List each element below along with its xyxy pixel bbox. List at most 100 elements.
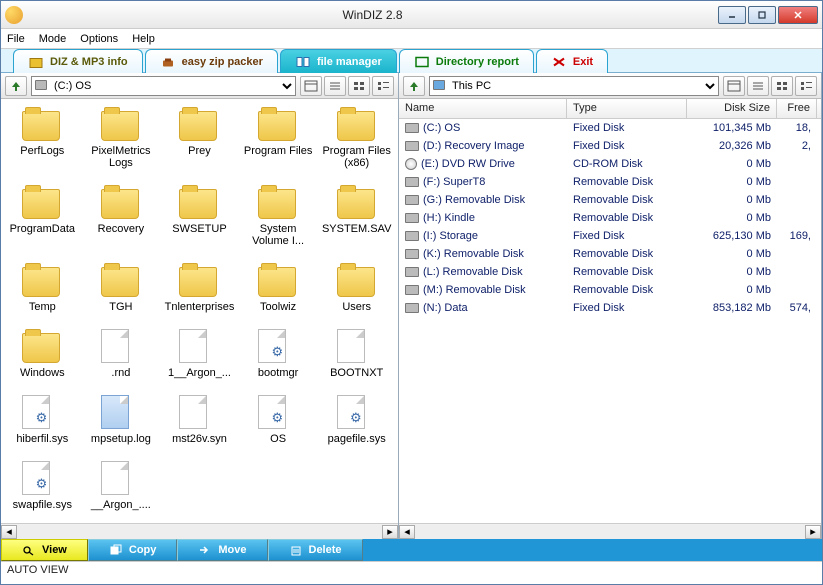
file-item[interactable]: .rnd bbox=[84, 329, 159, 379]
drive-type: Removable Disk bbox=[567, 284, 687, 296]
drive-row[interactable]: (C:) OSFixed Disk101,345 Mb18, bbox=[399, 119, 821, 137]
col-name[interactable]: Name bbox=[399, 99, 567, 118]
file-item[interactable]: mpsetup.log bbox=[84, 395, 159, 445]
view-list-button[interactable] bbox=[300, 76, 322, 96]
right-drive-list[interactable]: Name Type Disk Size Free (C:) OSFixed Di… bbox=[399, 99, 821, 523]
drive-free: 169, bbox=[777, 230, 817, 242]
disk-icon bbox=[405, 249, 419, 259]
tab-file-manager[interactable]: file manager bbox=[280, 49, 397, 73]
view-tiles-button[interactable] bbox=[372, 76, 394, 96]
col-type[interactable]: Type bbox=[567, 99, 687, 118]
left-pane: (C:) OS PerfLogsPixelMetrics LogsPreyPro… bbox=[1, 73, 399, 539]
view-tiles-button[interactable] bbox=[795, 76, 817, 96]
up-button[interactable] bbox=[403, 76, 425, 96]
file-item[interactable]: Tnlenterprises bbox=[162, 263, 237, 313]
tab-label: Exit bbox=[573, 56, 593, 68]
right-hscroll[interactable]: ◂▸ bbox=[399, 523, 821, 539]
drive-row[interactable]: (N:) DataFixed Disk853,182 Mb574, bbox=[399, 299, 821, 317]
file-item[interactable]: Prey bbox=[162, 107, 237, 169]
drive-name: (F:) SuperT8 bbox=[423, 176, 485, 188]
file-item[interactable]: pagefile.sys bbox=[319, 395, 394, 445]
action-label: Move bbox=[218, 544, 246, 556]
document-icon bbox=[179, 395, 207, 429]
file-item[interactable]: BOOTNXT bbox=[319, 329, 394, 379]
file-item[interactable]: SWSETUP bbox=[162, 185, 237, 247]
drive-row[interactable]: (H:) KindleRemovable Disk0 Mb bbox=[399, 209, 821, 227]
drive-row[interactable]: (I:) StorageFixed Disk625,130 Mb169, bbox=[399, 227, 821, 245]
left-file-list[interactable]: PerfLogsPixelMetrics LogsPreyProgram Fil… bbox=[1, 99, 398, 523]
up-button[interactable] bbox=[5, 76, 27, 96]
document-icon bbox=[101, 461, 129, 495]
minimize-button[interactable] bbox=[718, 6, 746, 24]
left-hscroll[interactable]: ◂▸ bbox=[1, 523, 398, 539]
col-free[interactable]: Free bbox=[777, 99, 817, 118]
file-item[interactable]: OS bbox=[241, 395, 316, 445]
scroll-right-icon[interactable]: ▸ bbox=[382, 525, 398, 539]
file-item[interactable]: PerfLogs bbox=[5, 107, 80, 169]
drive-row[interactable]: (E:) DVD RW DriveCD-ROM Disk0 Mb bbox=[399, 155, 821, 173]
file-item[interactable]: TGH bbox=[84, 263, 159, 313]
view-button[interactable]: View bbox=[1, 539, 88, 561]
file-item[interactable]: Temp bbox=[5, 263, 80, 313]
column-headers: Name Type Disk Size Free bbox=[399, 99, 821, 119]
view-details-button[interactable] bbox=[324, 76, 346, 96]
scroll-left-icon[interactable]: ◂ bbox=[399, 525, 415, 539]
file-item[interactable]: Program Files bbox=[241, 107, 316, 169]
tab-directory-report[interactable]: Directory report bbox=[399, 49, 534, 73]
view-icons-button[interactable] bbox=[348, 76, 370, 96]
col-size[interactable]: Disk Size bbox=[687, 99, 777, 118]
menu-help[interactable]: Help bbox=[132, 33, 155, 45]
file-label: Recovery bbox=[98, 223, 144, 235]
copy-button[interactable]: Copy bbox=[88, 539, 178, 561]
menu-mode[interactable]: Mode bbox=[39, 33, 67, 45]
move-button[interactable]: Move bbox=[177, 539, 267, 561]
drive-row[interactable]: (G:) Removable DiskRemovable Disk0 Mb bbox=[399, 191, 821, 209]
scroll-right-icon[interactable]: ▸ bbox=[805, 525, 821, 539]
file-item[interactable]: Program Files (x86) bbox=[319, 107, 394, 169]
file-item[interactable]: System Volume I... bbox=[241, 185, 316, 247]
tab-exit[interactable]: Exit bbox=[536, 49, 608, 73]
folder-icon bbox=[258, 111, 296, 141]
file-item[interactable]: 1__Argon_... bbox=[162, 329, 237, 379]
file-label: BOOTNXT bbox=[330, 367, 383, 379]
delete-button[interactable]: Delete bbox=[268, 539, 363, 561]
close-button[interactable] bbox=[778, 6, 818, 24]
view-details-button[interactable] bbox=[747, 76, 769, 96]
file-item[interactable]: swapfile.sys bbox=[5, 461, 80, 511]
file-item[interactable]: ProgramData bbox=[5, 185, 80, 247]
tab-diz-mp3-info[interactable]: DIZ & MP3 info bbox=[13, 49, 143, 73]
folder-icon bbox=[337, 267, 375, 297]
file-item[interactable]: bootmgr bbox=[241, 329, 316, 379]
action-label: Copy bbox=[129, 544, 157, 556]
drive-size: 0 Mb bbox=[687, 212, 777, 224]
file-label: bootmgr bbox=[258, 367, 298, 379]
scroll-left-icon[interactable]: ◂ bbox=[1, 525, 17, 539]
tab-easy-zip-packer[interactable]: easy zip packer bbox=[145, 49, 278, 73]
drive-row[interactable]: (K:) Removable DiskRemovable Disk0 Mb bbox=[399, 245, 821, 263]
drive-row[interactable]: (L:) Removable DiskRemovable Disk0 Mb bbox=[399, 263, 821, 281]
drive-name: (I:) Storage bbox=[423, 230, 478, 242]
file-item[interactable]: Users bbox=[319, 263, 394, 313]
file-item[interactable]: __Argon_.... bbox=[84, 461, 159, 511]
menu-file[interactable]: File bbox=[7, 33, 25, 45]
menu-options[interactable]: Options bbox=[80, 33, 118, 45]
file-item[interactable]: hiberfil.sys bbox=[5, 395, 80, 445]
file-item[interactable]: Toolwiz bbox=[241, 263, 316, 313]
maximize-button[interactable] bbox=[748, 6, 776, 24]
drive-size: 0 Mb bbox=[687, 194, 777, 206]
file-item[interactable]: SYSTEM.SAV bbox=[319, 185, 394, 247]
right-drive-select[interactable]: This PC bbox=[429, 76, 719, 96]
drive-type: Removable Disk bbox=[567, 266, 687, 278]
drive-size: 0 Mb bbox=[687, 266, 777, 278]
view-icons-button[interactable] bbox=[771, 76, 793, 96]
file-item[interactable]: mst26v.syn bbox=[162, 395, 237, 445]
left-drive-select[interactable]: (C:) OS bbox=[31, 76, 296, 96]
file-item[interactable]: Windows bbox=[5, 329, 80, 379]
drive-row[interactable]: (D:) Recovery ImageFixed Disk20,326 Mb2, bbox=[399, 137, 821, 155]
view-list-button[interactable] bbox=[723, 76, 745, 96]
drive-row[interactable]: (F:) SuperT8Removable Disk0 Mb bbox=[399, 173, 821, 191]
file-item[interactable]: PixelMetrics Logs bbox=[84, 107, 159, 169]
file-item[interactable]: Recovery bbox=[84, 185, 159, 247]
drive-row[interactable]: (M:) Removable DiskRemovable Disk0 Mb bbox=[399, 281, 821, 299]
file-label: hiberfil.sys bbox=[16, 433, 68, 445]
